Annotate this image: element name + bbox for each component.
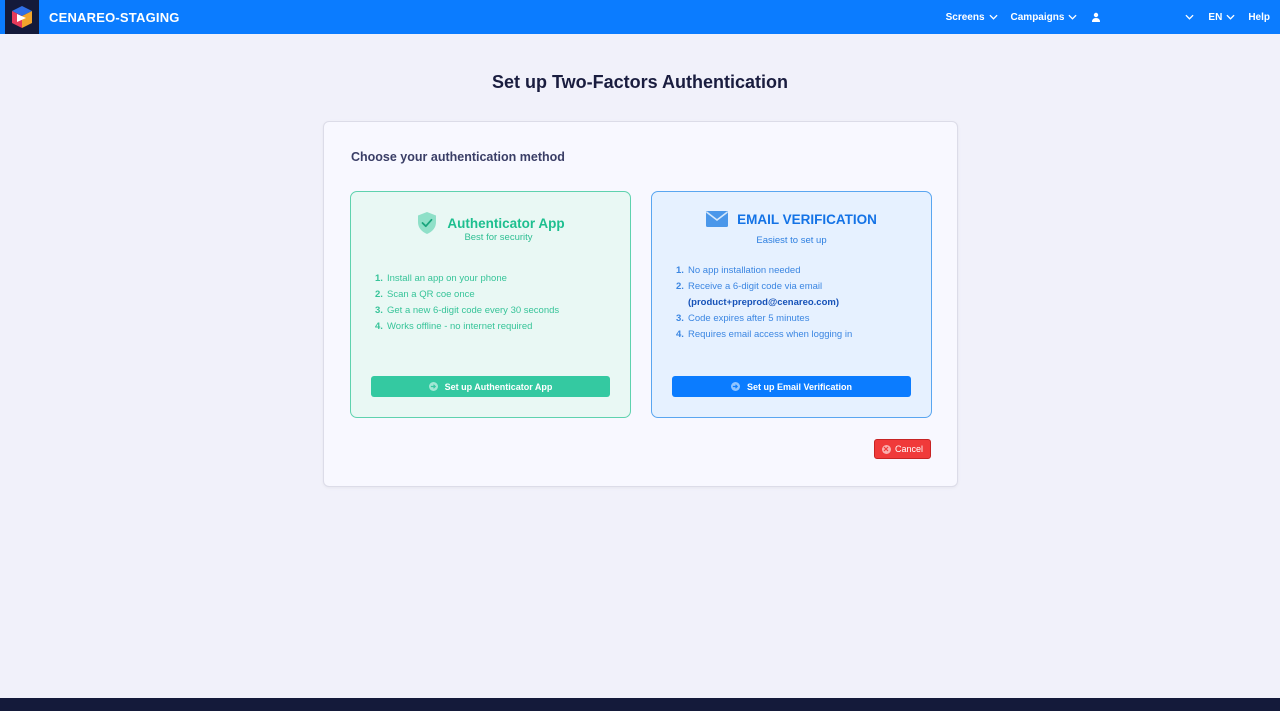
footer-bar	[0, 698, 1280, 711]
email-verification-title: EMAIL VERIFICATION	[737, 211, 877, 227]
nav-campaigns-label: Campaigns	[1010, 11, 1065, 23]
brand-logo[interactable]	[5, 0, 39, 34]
brand-name[interactable]: CENAREO-STAGING	[49, 10, 180, 25]
email-verification-subtitle: Easiest to set up	[756, 235, 827, 246]
list-item: 1. No app installation needed	[676, 265, 801, 276]
card-heading: Choose your authentication method	[351, 150, 565, 164]
list-item: 4. Works offline - no internet required	[375, 321, 533, 332]
email-steps: 1. No app installation needed 2. Receive …	[676, 263, 852, 343]
setup-email-button[interactable]: Set up Email Verification	[672, 376, 911, 397]
two-factor-card: Choose your authentication method Authen…	[323, 121, 958, 487]
list-item: 2. Receive a 6-digit code via email (pro…	[676, 281, 839, 308]
setup-authenticator-label: Set up Authenticator App	[444, 381, 553, 392]
cenareo-logo-icon	[12, 6, 32, 28]
authenticator-app-subtitle: Best for security	[464, 232, 533, 243]
nav-language-label: EN	[1208, 11, 1223, 23]
nav-screens-label: Screens	[945, 11, 985, 23]
chevron-down-icon	[1226, 14, 1235, 20]
top-nav-menu: Screens Campaigns EN Help	[946, 0, 1280, 34]
nav-help-label: Help	[1248, 11, 1270, 23]
authenticator-app-option[interactable]: Authenticator App Best for security 1. In…	[350, 191, 631, 418]
authenticator-app-title: Authenticator App	[447, 215, 565, 231]
chevron-down-icon	[1185, 14, 1194, 20]
nav-campaigns[interactable]: Campaigns	[1011, 12, 1078, 23]
authenticator-steps: 1. Install an app on your phone 2. Scan a …	[375, 271, 559, 335]
user-email: (product+preprod@cenareo.com)	[688, 297, 839, 308]
setup-authenticator-button[interactable]: Set up Authenticator App	[371, 376, 610, 397]
list-item: 2. Scan a QR coe once	[375, 289, 475, 300]
nav-help[interactable]: Help	[1248, 12, 1270, 23]
nav-screens[interactable]: Screens	[946, 12, 998, 23]
nav-language[interactable]: EN	[1208, 12, 1235, 23]
page-title: Set up Two-Factors Authentication	[492, 72, 788, 92]
email-verification-header: EMAIL VERIFICATION	[652, 211, 931, 227]
list-item: 4. Requires email access when logging in	[676, 329, 853, 340]
cancel-label: Cancel	[894, 444, 923, 454]
chevron-down-icon	[988, 14, 998, 20]
list-item: 3. Code expires after 5 minutes	[676, 313, 810, 324]
setup-email-label: Set up Email Verification	[746, 381, 853, 392]
list-item: 3. Get a new 6-digit code every 30 second…	[375, 305, 560, 316]
list-item: 1. Install an app on your phone	[375, 273, 507, 284]
close-circle-icon	[881, 444, 891, 454]
user-icon	[1092, 12, 1101, 22]
arrow-right-circle-icon	[730, 382, 740, 391]
arrow-right-circle-icon	[428, 382, 438, 391]
envelope-icon	[706, 211, 729, 227]
email-verification-option[interactable]: EMAIL VERIFICATION Easiest to set up 1. N…	[651, 191, 932, 418]
chevron-down-icon	[1068, 14, 1077, 20]
cancel-button[interactable]: Cancel	[874, 439, 931, 459]
top-navbar: CENAREO-STAGING Screens Campaigns EN Hel…	[0, 0, 1280, 34]
nav-user-menu[interactable]	[1091, 12, 1194, 22]
